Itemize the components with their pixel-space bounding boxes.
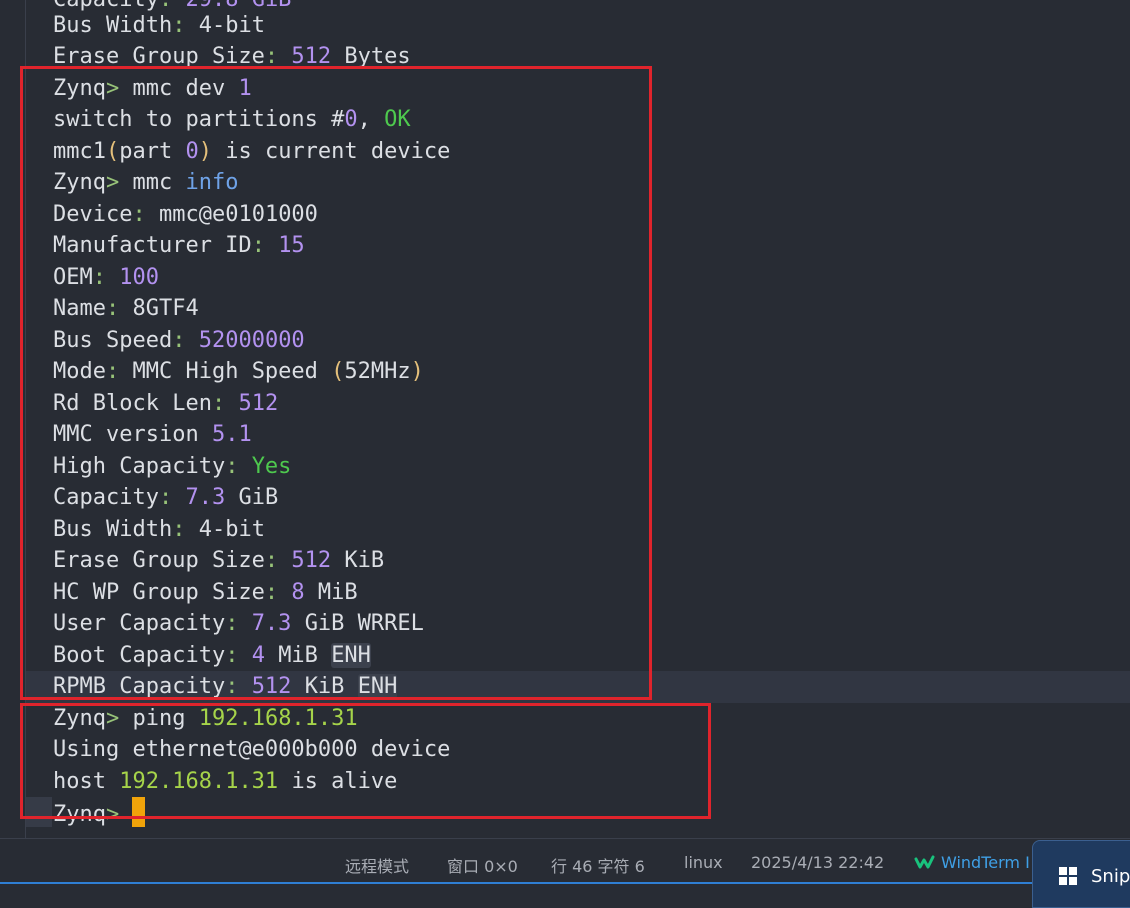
line-label: Bus Width (53, 13, 173, 38)
line-value: 4-bit (198, 13, 265, 38)
windows-icon (1059, 867, 1077, 889)
windterm-logo-icon (914, 851, 936, 875)
highlight-box-mmc-info (20, 66, 652, 700)
snip-label: Snip (1091, 866, 1130, 887)
terminal-output[interactable]: Capacity: 29.8 GiB Bus Width: 4-bit Eras… (0, 0, 1130, 838)
status-bar: 远程模式 窗口 0×0 行 46 字符 6 linux 2025/4/13 22… (0, 838, 1130, 885)
bottom-strip (0, 884, 1130, 898)
status-window-size[interactable]: 窗口 0×0 (447, 853, 518, 877)
status-cursor-position[interactable]: 行 46 字符 6 (551, 853, 645, 877)
highlight-box-ping (20, 703, 711, 819)
status-shell[interactable]: linux (684, 853, 723, 872)
terminal-line: Bus Width: 4-bit (53, 13, 265, 38)
status-datetime: 2025/4/13 22:42 (751, 853, 885, 872)
status-mode[interactable]: 远程模式 (345, 853, 409, 877)
status-brand[interactable]: WindTerm I (941, 853, 1030, 872)
